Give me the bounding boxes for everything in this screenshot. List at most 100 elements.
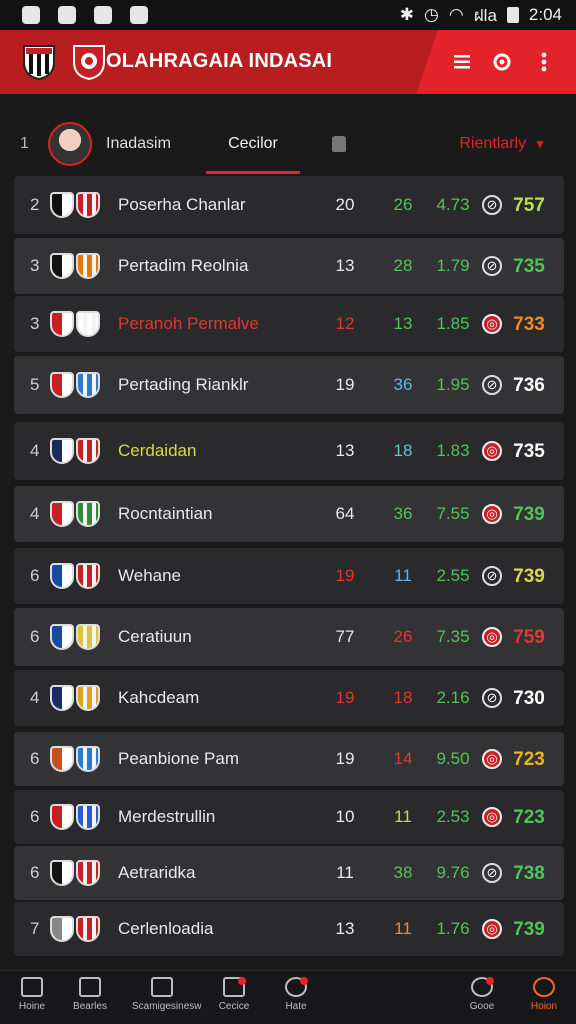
nav-item-home[interactable]: Hoine [2,977,62,1012]
away-crest-icon [76,624,100,650]
wifi-icon: ◠ [448,5,464,24]
network-label: ฝla [473,5,497,25]
row-rank: 3 [30,314,40,333]
points-value: 738 [513,863,545,884]
table-row[interactable]: 4 Kahcdeam 19 18 2.16 ⊘ 730 [14,670,564,726]
ball-icon: ◎ [482,627,502,647]
team-name: Pertading Rianklr [118,375,249,394]
ratio-value: 1.79 [436,256,470,275]
wins-count: 28 [393,256,413,275]
nav-item-ball[interactable]: Hate [266,977,326,1012]
ratio-value: 1.76 [436,919,470,938]
home-crest-icon [50,804,74,830]
alarm-icon: ◷ [424,5,439,24]
away-crest-icon [76,746,100,772]
team-name: Peranoh Permalve [118,314,259,333]
away-crest-icon [76,563,100,589]
played-count: 13 [335,441,355,460]
notification-badge [486,977,494,985]
home-crest-icon [50,746,74,772]
team-name: Cerlenloadia [118,919,214,938]
nav-item-heart[interactable]: Gooe [452,977,512,1012]
home-crest-icon [50,563,74,589]
user-rank: 1 [20,135,29,152]
home-crest-icon [50,253,74,279]
wins-count: 18 [393,441,413,460]
list-icon[interactable] [448,48,476,76]
wins-count: 11 [394,566,412,585]
row-rank: 6 [30,627,40,646]
filter-label: Rientlarly [459,135,527,152]
notification-badge [300,977,308,985]
nav-label: Hoion [530,1001,558,1012]
table-row[interactable]: 4 Rocntaintian 64 36 7.55 ◎ 739 [14,486,564,542]
nav-item-search[interactable]: Hoion [514,977,574,1012]
table-row[interactable]: 2 Poserha Chanlar 20 26 4.73 ⊘ 757 [14,176,564,234]
wins-count: 14 [393,749,413,768]
notification-icons [22,6,148,24]
wins-count: 11 [394,919,412,938]
away-crest-icon [76,438,100,464]
ratio-value: 1.95 [436,375,470,394]
more-icon[interactable] [530,48,558,76]
home-crest-icon [50,501,74,527]
ball-icon: ◎ [482,749,502,769]
home-crest-icon [50,311,74,337]
away-crest-icon [76,253,100,279]
team-name: Rocntaintian [118,504,213,523]
filter-dropdown[interactable]: Rientlarly ▼ [459,135,546,153]
club-logo-icon[interactable] [22,44,56,80]
points-value: 757 [513,195,545,216]
ratio-value: 2.53 [436,807,470,826]
tab-active[interactable]: Cecilor [206,118,300,174]
table-row[interactable]: 6 Merdestrullin 10 11 2.53 ◎ 723 [14,790,564,844]
away-crest-icon [76,311,100,337]
nav-item-table[interactable]: Bearles [60,977,120,1012]
nav-item-people[interactable]: Cecice [204,977,264,1012]
nav-label: Hoine [18,1001,46,1012]
home-crest-icon [50,438,74,464]
team-name: Kahcdeam [118,688,200,707]
table-row[interactable]: 5 Pertading Rianklr 19 36 1.95 ⊘ 736 [14,356,564,414]
nav-label: Gooe [469,1001,495,1012]
ball-icon: ◎ [482,504,502,524]
user-summary-bar: 1 Inadasim Cecilor Rientlarly ▼ [0,118,576,174]
points-value: 739 [513,919,545,940]
clock-time: 2:04 [528,5,562,24]
table-row[interactable]: 6 Ceratiuun 77 26 7.35 ◎ 759 [14,608,564,666]
table-row[interactable]: 6 Wehane 19 11 2.55 ⊘ 739 [14,548,564,604]
row-rank: 6 [30,749,40,768]
home-crest-icon [50,372,74,398]
points-value: 735 [513,256,545,277]
away-crest-icon [76,685,100,711]
nav-label: Cecice [218,1001,250,1012]
wins-count: 36 [393,375,413,394]
table-row[interactable]: 6 Peanbione Pam 19 14 9.50 ◎ 723 [14,732,564,786]
table-row[interactable]: 6 Aetraridka 11 38 9.76 ⊘ 738 [14,846,564,900]
team-name: Merdestrullin [118,807,216,826]
played-count: 64 [335,504,355,523]
home-crest-icon [50,916,74,942]
team-name: Wehane [118,566,182,585]
points-value: 739 [513,566,545,587]
row-rank: 2 [30,195,40,214]
played-count: 12 [335,314,355,333]
table-row[interactable]: 3 Pertadim Reolnia 13 28 1.79 ⊘ 735 [14,238,564,294]
away-crest-icon [76,501,100,527]
user-name[interactable]: Inadasim [106,135,171,153]
row-rank: 3 [30,256,40,275]
app-notification-icon [94,6,112,24]
played-count: 10 [335,807,355,826]
table-row[interactable]: 4 Cerdaidan 13 18 1.83 ◎ 735 [14,422,564,480]
settings-icon[interactable] [488,48,516,76]
ratio-value: 4.73 [436,195,470,214]
table-row[interactable]: 3 Peranoh Permalve 12 13 1.85 ◎ 733 [14,296,564,352]
table-row[interactable]: 7 Cerlenloadia 13 11 1.76 ◎ 739 [14,902,564,956]
ball-icon: ◎ [482,807,502,827]
search-icon [533,977,555,997]
avatar[interactable] [48,122,92,166]
nav-item-edit[interactable]: Scamigesinesw [132,977,201,1012]
edit-icon [151,977,173,997]
wins-count: 11 [394,807,412,826]
team-name: Ceratiuun [118,627,192,646]
